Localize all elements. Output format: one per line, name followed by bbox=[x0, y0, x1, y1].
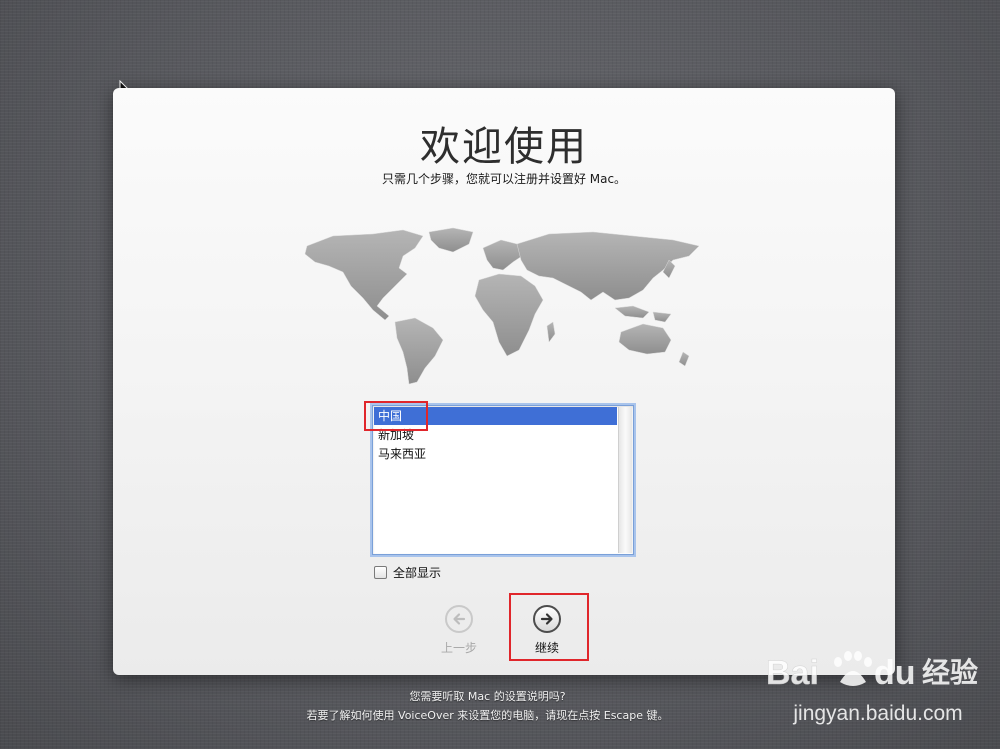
country-list[interactable]: 中国 新加坡 马来西亚 bbox=[372, 405, 634, 555]
world-map bbox=[304, 227, 700, 385]
list-item-china[interactable]: 中国 bbox=[374, 407, 617, 425]
svg-text:Bai: Bai bbox=[766, 654, 819, 692]
forward-arrow-icon bbox=[533, 605, 561, 633]
back-button[interactable]: 上一步 bbox=[429, 605, 489, 656]
list-item-malaysia[interactable]: 马来西亚 bbox=[374, 445, 617, 463]
baidu-logo: Bai du 经验 bbox=[766, 651, 978, 692]
svg-text:du: du bbox=[874, 654, 916, 692]
page-subtitle: 只需几个步骤，您就可以注册并设置好 Mac。 bbox=[381, 172, 627, 186]
show-all-checkbox[interactable]: 全部显示 bbox=[374, 564, 441, 580]
list-scrollbar[interactable] bbox=[618, 407, 632, 553]
show-all-label: 全部显示 bbox=[393, 565, 442, 580]
continue-button[interactable]: 继续 bbox=[517, 605, 577, 656]
continue-label: 继续 bbox=[534, 641, 559, 655]
baidu-watermark: Bai du 经验 jingyan.baidu.com bbox=[762, 640, 994, 740]
page-title: 欢迎使用 bbox=[420, 124, 588, 170]
list-item-singapore[interactable]: 新加坡 bbox=[374, 426, 617, 444]
setup-assistant-window: 欢迎使用 只需几个步骤，您就可以注册并设置好 Mac。 中国 新加坡 马来西亚 … bbox=[113, 88, 895, 675]
back-label: 上一步 bbox=[440, 641, 477, 655]
back-arrow-icon bbox=[445, 605, 473, 633]
voiceover-prompt-line1: 您需要听取 Mac 的设置说明吗? bbox=[409, 690, 566, 703]
checkbox-box[interactable] bbox=[374, 565, 387, 579]
paw-icon bbox=[834, 651, 872, 686]
watermark-url: jingyan.baidu.com bbox=[793, 702, 963, 725]
voiceover-prompt-line2: 若要了解如何使用 VoiceOver 来设置您的电脑，请现在点按 Escape … bbox=[306, 709, 669, 722]
svg-text:经验: 经验 bbox=[922, 656, 978, 689]
